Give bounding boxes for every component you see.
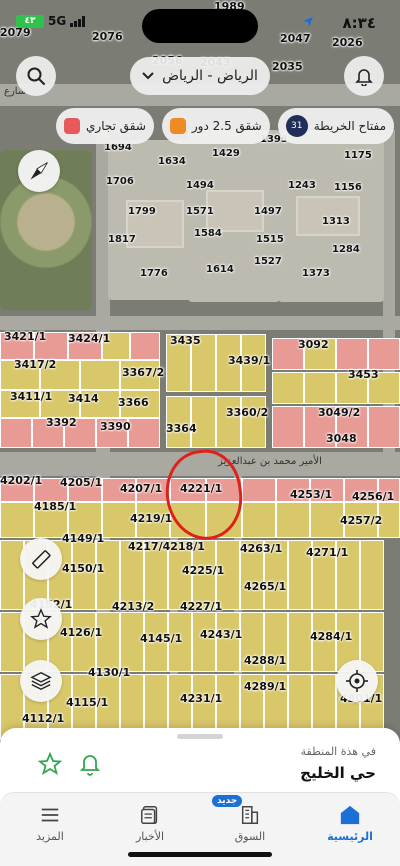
measure-button[interactable] (20, 538, 62, 580)
map-legend: مفتاح الخريطة 31 شقق 2.5 دور شقق تجاري (0, 108, 400, 144)
crosshair-icon (346, 670, 368, 692)
tab-home[interactable]: الرئيسية (310, 793, 390, 843)
plot-row-mid-8 (272, 372, 400, 404)
new-badge: جديد (212, 795, 243, 807)
area-caption: في هذة المنطقة (300, 745, 376, 758)
legend-count-badge: 31 (285, 115, 308, 137)
app-screen: 1989 2076 2047 2026 2079 2056 2043 2035 … (0, 0, 400, 866)
search-icon (27, 67, 45, 85)
layers-button[interactable] (20, 660, 62, 702)
sheet-drag-handle[interactable] (177, 734, 223, 739)
road-mid (0, 316, 400, 330)
plot-label[interactable]: 2035 (272, 60, 303, 73)
market-icon (241, 806, 259, 824)
plot-row-mid-2 (0, 360, 160, 390)
layers-icon (30, 671, 52, 691)
status-left: ٤٣ 5G (16, 14, 86, 28)
compass-button[interactable] (18, 150, 60, 192)
city-selector[interactable]: الرياض - الرياض (130, 57, 270, 95)
compound-center-court (206, 190, 264, 232)
plot-row-mid-6 (166, 396, 266, 448)
favorite-star-icon[interactable] (38, 752, 62, 776)
compound-left-court (126, 200, 184, 248)
compass-icon (30, 162, 48, 180)
tab-more[interactable]: المزيد (10, 793, 90, 843)
star-icon (30, 608, 52, 629)
plot-row-mid-1 (0, 332, 160, 360)
bell-alert-icon[interactable] (78, 752, 102, 776)
tab-news[interactable]: الأخبار (110, 793, 190, 843)
plot-row-mid-3 (0, 390, 160, 418)
signal-icon (70, 15, 86, 27)
status-bar: ٤٣ 5G ٨:٣٤ (0, 0, 400, 44)
area-name: حي الخليج (300, 764, 376, 782)
legend-label: شقق تجاري (86, 119, 146, 133)
legend-apartments-2-5-floor[interactable]: شقق 2.5 دور (161, 108, 270, 144)
network-label: 5G (48, 14, 67, 28)
tab-label: المزيد (36, 830, 64, 843)
city-selector-label: الرياض - الرياض (162, 68, 258, 84)
clock: ٨:٣٤ (342, 14, 376, 32)
tab-label: الرئيسية (327, 830, 373, 843)
location-arrow-icon (303, 17, 313, 27)
battery-icon: ٤٣ (16, 14, 44, 28)
plot-row-mid-7 (272, 338, 400, 370)
favorite-button[interactable] (20, 598, 62, 640)
bell-icon (355, 69, 373, 86)
my-location-button[interactable] (336, 660, 378, 702)
legend-swatch (64, 118, 80, 134)
news-icon (141, 806, 158, 824)
home-indicator (128, 852, 272, 857)
compound-right-court (296, 196, 360, 236)
plot-row-mid-4 (0, 418, 160, 448)
home-icon (340, 805, 360, 825)
plot-row-mid-9 (272, 406, 400, 448)
legend-label: شقق 2.5 دور (191, 119, 262, 133)
notifications-button[interactable] (344, 56, 384, 96)
menu-icon (41, 808, 59, 822)
tab-label: الأخبار (135, 830, 165, 843)
dynamic-island (142, 9, 258, 43)
plot-row-mid-5 (166, 334, 266, 392)
ruler-icon (32, 550, 51, 569)
tab-label: السوق (234, 830, 266, 843)
legend-label: مفتاح الخريطة (313, 119, 386, 133)
search-button[interactable] (16, 56, 56, 96)
tab-market[interactable]: جديد السوق (210, 793, 290, 843)
legend-swatch (169, 118, 186, 134)
chevron-down-icon (142, 72, 154, 80)
legend-map-key[interactable]: مفتاح الخريطة 31 (277, 108, 394, 144)
legend-commercial-apartments[interactable]: شقق تجاري (56, 108, 154, 144)
